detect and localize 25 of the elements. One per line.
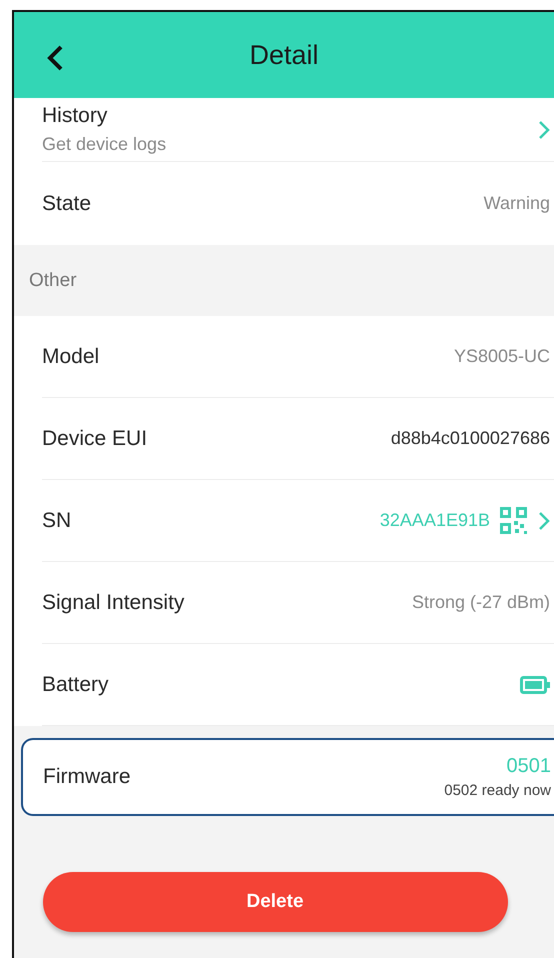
row-value: Strong (-27 dBm) — [412, 592, 550, 613]
page-title: Detail — [249, 40, 319, 70]
chevron-icon[interactable] — [538, 120, 550, 140]
update-note: 0502 ready now — [444, 782, 551, 799]
row-label: History — [42, 104, 108, 128]
row-label: SN — [42, 508, 72, 532]
section-title: Other — [29, 270, 77, 292]
row-value: Warning — [484, 193, 550, 214]
delete-button[interactable]: Delete — [42, 872, 508, 932]
row-value: YS8005-UC — [454, 346, 550, 367]
row-value: 0501 — [506, 755, 551, 778]
row-value: 32AAA1E91B — [380, 510, 490, 531]
row-label: State — [42, 192, 92, 216]
back-icon[interactable] — [46, 44, 64, 72]
row-label: Signal Intensity — [42, 590, 184, 614]
qr-code-icon[interactable] — [500, 506, 528, 534]
chevron-icon[interactable] — [538, 510, 550, 530]
row-subtitle: Get device logs — [42, 134, 166, 155]
battery-icon — [520, 676, 550, 694]
row-label: Firmware — [43, 765, 130, 789]
firmware-row[interactable]: Firmware 0501 0502 ready now — [21, 738, 554, 816]
row-label: Battery — [42, 672, 109, 696]
row-label: Model — [42, 344, 100, 368]
row-label: Device EUI — [42, 426, 148, 450]
row-value: d88b4c0100027686 — [390, 428, 550, 449]
